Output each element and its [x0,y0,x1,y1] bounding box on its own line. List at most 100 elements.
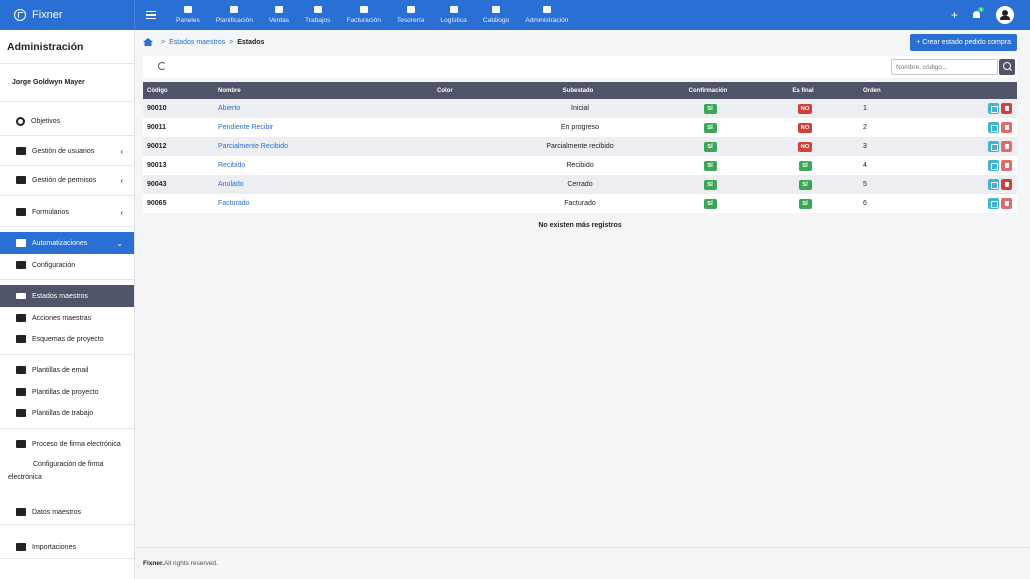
col-codigo[interactable]: Código [143,82,214,99]
table-row[interactable]: 90065 Facturado Facturado SÍ SÍ 6 [143,194,1017,213]
nav-planificacion[interactable]: Planificación [208,0,261,30]
add-icon[interactable]: + [951,9,958,21]
nav-catalogo[interactable]: Catálogo [475,0,517,30]
cell-acciones [913,137,1017,156]
sidebar-item-gestion-usuarios[interactable]: Gestión de usuarios ‹ [0,142,134,160]
trash-icon[interactable] [1001,122,1012,133]
refresh-icon[interactable] [158,62,166,70]
chevron-left-icon: ‹ [120,207,123,217]
trash-icon[interactable] [1001,160,1012,171]
col-color[interactable]: Color [433,82,513,99]
cell-nombre-link[interactable]: Facturado [214,194,433,213]
footer-brand: Fixner. [143,560,164,567]
col-confirmacion[interactable]: Confirmación [643,82,773,99]
sidebar-item-objetivos[interactable]: Objetivos [0,112,134,130]
nav-paneles[interactable]: Paneles [168,0,208,30]
es-final-badge: SÍ [798,179,812,190]
edit-icon[interactable] [988,122,999,133]
cell-color [433,118,513,137]
gears-icon [16,261,26,269]
folder-icon [313,6,322,13]
cell-codigo: 90010 [147,105,167,112]
trash-icon[interactable] [1001,141,1012,152]
search-input[interactable] [891,59,998,75]
brand[interactable]: Fixner [0,0,135,30]
top-navbar: Fixner Paneles Planificación Ventas Trab… [0,0,1030,30]
sidebar-item-formularios[interactable]: Formularios ‹ [0,203,134,221]
ab-box-icon [16,508,26,516]
people-carry-icon [449,6,458,13]
edit-icon[interactable] [988,198,999,209]
cell-nombre-link[interactable]: Recibido [214,156,433,175]
no-more-records: No existen más registros [538,222,622,229]
table-row[interactable]: 90012 Parcialmente Recibido Parcialmente r… [143,137,1017,156]
col-nombre[interactable]: Nombre [214,82,433,99]
invoice-icon [359,6,368,13]
cell-nombre-link[interactable]: Parcialmente Recibido [214,137,433,156]
table-row[interactable]: 90043 Anulado Cerrado SÍ SÍ 5 [143,175,1017,194]
nav-facturacion[interactable]: Facturación [338,0,388,30]
footer: Fixner. All rights reserved. [136,547,1030,579]
menu-toggle-icon[interactable] [146,10,156,20]
grid-icon [183,6,192,13]
sidebar-item-plantillas-proyecto[interactable]: Plantillas de proyecto [0,383,134,401]
sidebar-item-config-firma[interactable]: Configuración de firma electrónica [0,458,134,488]
divider [0,135,134,136]
sidebar-item-configuracion[interactable]: Configuración [0,256,134,274]
sidebar-item-plantillas-trabajo[interactable]: Plantillas de trabajo [0,404,134,422]
target-icon [16,116,25,126]
user-avatar[interactable] [996,6,1014,24]
nav-trabajos[interactable]: Trabajos [297,0,338,30]
trash-icon[interactable] [1001,103,1012,114]
trash-icon[interactable] [1001,198,1012,209]
notifications-bell-icon[interactable]: 4 [972,7,984,20]
nav-tesoreria[interactable]: Tesorería [389,0,433,30]
form-icon [16,208,26,216]
cell-color [433,175,513,194]
cell-subestado: Facturado [564,200,596,207]
cell-nombre-link[interactable]: Pendiente Recibir [214,118,433,137]
sidebar-item-automatizaciones[interactable]: Automatizaciones ⌄ [0,232,134,254]
divider [0,354,134,355]
sidebar-item-proceso-firma[interactable]: Proceso de firma electrónica [0,435,134,453]
nav-logistica[interactable]: Logística [432,0,474,30]
es-final-badge: NO [797,122,813,133]
col-es-final[interactable]: Es final [773,82,833,99]
cell-es-final: NO [773,118,833,137]
main-content: > Estados maestros > Estados + Crear est… [136,30,1030,579]
table-row[interactable]: 90013 Recibido Recibido SÍ SÍ 4 [143,156,1017,175]
sidebar-item-plantillas-email[interactable]: Plantillas de email [0,361,134,379]
sidebar-item-esquemas-proyecto[interactable]: Esquemas de proyecto [0,330,134,348]
divider [0,195,134,196]
sidebar-item-importaciones[interactable]: Importaciones [0,538,134,556]
table-row[interactable]: 90010 Abierto Inicial SÍ NO 1 [143,99,1017,118]
cell-orden: 3 [863,143,867,150]
fixner-logo-icon [14,9,26,21]
search-icon[interactable] [999,59,1015,75]
home-icon[interactable] [143,38,153,46]
edit-icon[interactable] [988,160,999,171]
nav-administracion[interactable]: Administración [517,0,576,30]
edit-icon[interactable] [988,179,999,190]
edit-icon[interactable] [988,141,999,152]
table-row[interactable]: 90011 Pendiente Recibir En progreso SÍ NO 2 [143,118,1017,137]
col-orden[interactable]: Orden [833,82,913,99]
automation-icon [16,239,26,247]
cell-nombre-link[interactable]: Anulado [214,175,433,194]
nav-ventas[interactable]: Ventas [261,0,297,30]
confirmacion-badge: SÍ [703,179,717,190]
edit-icon[interactable] [988,103,999,114]
sidebar-item-gestion-permisos[interactable]: Gestión de permisos ‹ [0,171,134,189]
sidebar-item-estados-maestros[interactable]: Estados maestros [0,285,134,307]
trash-icon[interactable] [1001,179,1012,190]
cell-confirmacion: SÍ [643,175,773,194]
cell-acciones [913,194,1017,213]
sidebar-item-acciones-maestras[interactable]: Acciones maestras [0,309,134,327]
col-subestado[interactable]: Subestado [513,82,643,99]
cell-subestado: Recibido [566,162,594,169]
breadcrumb-estados-maestros[interactable]: Estados maestros [169,39,225,46]
cell-nombre-link[interactable]: Abierto [214,99,433,118]
schema-icon [16,335,26,343]
create-estado-button[interactable]: + Crear estado pedido compra [910,34,1017,51]
sidebar-item-datos-maestros[interactable]: Datos maestros [0,503,134,521]
